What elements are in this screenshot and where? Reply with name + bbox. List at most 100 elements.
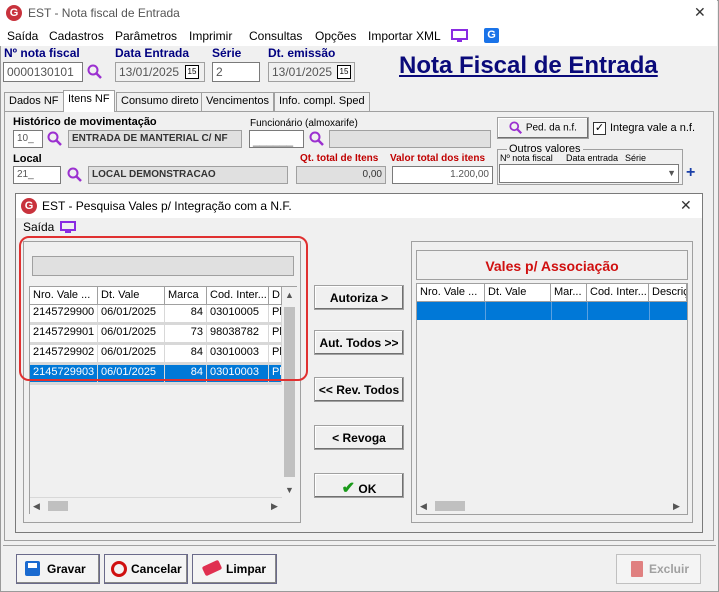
historico-label: Histórico de movimentação (13, 116, 157, 128)
qt-total-field: 0,00 (296, 166, 386, 184)
cancel-icon (111, 561, 127, 577)
cancelar-button[interactable]: Cancelar (104, 554, 188, 584)
window-title: EST - Nota fiscal de Entrada (28, 6, 180, 20)
vales-hscroll[interactable]: ◀ ▶ (30, 498, 297, 514)
menu-saida[interactable]: Saída (7, 29, 38, 43)
dialog-title: EST - Pesquisa Vales p/ Integração com a… (42, 199, 292, 213)
nota-input[interactable]: 0000130101 (3, 62, 83, 82)
tab-vencimentos[interactable]: Vencimentos (201, 92, 274, 111)
chevron-down-icon: ▼ (667, 168, 676, 178)
historico-desc-field: ENTRADA DE MANTERIAL C/ NF (68, 130, 242, 148)
dialog-close-icon[interactable]: ✕ (680, 197, 692, 214)
dt-emissao-value: 13/01/2025 (272, 65, 333, 79)
ped-nf-label: Ped. da n.f. (525, 122, 577, 134)
menu-imprimir[interactable]: Imprimir (189, 29, 232, 43)
excluir-button[interactable]: Excluir (616, 554, 701, 584)
assoc-hscroll[interactable]: ◀ ▶ (417, 498, 687, 514)
search-local-icon[interactable] (67, 167, 83, 183)
hscroll-thumb[interactable] (48, 501, 68, 511)
app-shortcut-icon[interactable]: G (484, 28, 499, 43)
serie-input[interactable]: 2 (212, 62, 260, 82)
assoc-scroll-left-icon[interactable]: ◀ (420, 501, 427, 512)
data-entrada-label: Data Entrada (115, 46, 190, 60)
dialog-title-bar: G EST - Pesquisa Vales p/ Integração com… (16, 194, 702, 218)
outros-col-data: Data entrada (566, 153, 619, 163)
aut-todos-button[interactable]: Aut. Todos >> (314, 330, 404, 355)
menu-consultas[interactable]: Consultas (249, 29, 302, 43)
footer-divider (3, 545, 716, 546)
menu-cadastros[interactable]: Cadastros (49, 29, 104, 43)
dialog-menu-saida[interactable]: Saída (23, 220, 54, 234)
local-desc-field: LOCAL DEMONSTRACAO (88, 166, 288, 184)
outros-valores-select[interactable]: ▼ (499, 164, 679, 183)
integra-checkbox[interactable]: ✓ (593, 122, 606, 135)
valor-total-label: Valor total dos itens (390, 153, 486, 164)
app-logo-icon: G (6, 5, 22, 21)
assoc-scroll-right-icon[interactable]: ▶ (673, 501, 680, 512)
vales-grid-empty (30, 385, 282, 497)
page-title: Nota Fiscal de Entrada (399, 52, 658, 79)
rev-todos-button[interactable]: << Rev. Todos (314, 377, 404, 402)
ped-nf-button[interactable]: Ped. da n.f. (497, 117, 589, 139)
limpar-button[interactable]: Limpar (192, 554, 277, 584)
monitor-icon[interactable] (451, 29, 468, 43)
add-icon[interactable]: + (686, 164, 695, 182)
tab-itens-nf[interactable]: Itens NF (63, 90, 115, 112)
tab-dados-nf[interactable]: Dados NF (4, 92, 64, 111)
local-code-input[interactable]: 21_ (13, 166, 61, 184)
menu-parametros[interactable]: Parâmetros (115, 29, 177, 43)
assoc-selected-row[interactable] (417, 302, 687, 320)
integra-label: Integra vale a n.f. (610, 122, 695, 134)
excluir-label: Excluir (649, 562, 690, 576)
trash-icon (631, 561, 643, 577)
calendar-icon[interactable]: 15 (185, 65, 199, 79)
scroll-right-icon[interactable]: ▶ (271, 501, 278, 512)
assoc-col-cod-inter[interactable]: Cod. Inter... (587, 284, 649, 302)
tab-info-compl-sped[interactable]: Info. compl. Sped (274, 92, 370, 111)
funcionario-code-input[interactable]: ______ (249, 130, 304, 148)
menu-opcoes[interactable]: Opções (315, 29, 356, 43)
gravar-button[interactable]: Gravar (16, 554, 100, 584)
menu-bar: Saída Cadastros Parâmetros Imprimir Cons… (0, 26, 717, 46)
local-label: Local (13, 153, 42, 165)
vales-associacao-title: Vales p/ Associação (416, 250, 688, 280)
close-window-icon[interactable]: ✕ (694, 4, 706, 21)
assoc-col-descricao[interactable]: Descriç (649, 284, 687, 302)
historico-code-input[interactable]: 10_ (13, 130, 43, 148)
calendar-emissao-icon[interactable]: 15 (337, 65, 351, 79)
dialog-monitor-icon[interactable] (60, 221, 76, 234)
eraser-icon (201, 559, 223, 577)
title-bar: G EST - Nota fiscal de Entrada ✕ (0, 0, 717, 26)
funcionario-desc-field (329, 130, 491, 148)
assoc-col-dt-vale[interactable]: Dt. Vale (485, 284, 551, 302)
tab-consumo-direto[interactable]: Consumo direto (116, 92, 204, 111)
search-historico-icon[interactable] (47, 131, 63, 147)
menu-importar-xml[interactable]: Importar XML (368, 29, 441, 43)
scroll-left-icon[interactable]: ◀ (33, 501, 40, 512)
assoc-hscroll-thumb[interactable] (435, 501, 465, 511)
serie-label: Série (212, 46, 242, 60)
search-ped-icon (509, 121, 523, 135)
assoc-col-nro-vale[interactable]: Nro. Vale ... (417, 284, 485, 302)
search-funcionario-icon[interactable] (309, 131, 325, 147)
assoc-col-marca[interactable]: Mar... (551, 284, 587, 302)
qt-total-label: Qt. total de Itens (300, 153, 379, 164)
dt-emissao-label: Dt. emissão (268, 46, 336, 60)
search-nota-icon[interactable] (87, 64, 103, 80)
ok-label: OK (358, 482, 377, 496)
save-icon (25, 561, 40, 576)
cancelar-label: Cancelar (131, 562, 182, 576)
limpar-label: Limpar (226, 562, 267, 576)
nota-label: Nº nota fiscal (4, 46, 80, 60)
scroll-down-icon[interactable]: ▼ (285, 485, 294, 495)
outros-col-serie: Série (625, 153, 647, 163)
associacao-grid: Nro. Vale ... Dt. Vale Mar... Cod. Inter… (416, 283, 688, 515)
data-entrada-value: 13/01/2025 (119, 65, 180, 79)
revoga-button[interactable]: < Revoga (314, 425, 404, 450)
autoriza-button[interactable]: Autoriza > (314, 285, 404, 310)
funcionario-label: Funcionário (almoxarife) (250, 118, 358, 129)
ok-button[interactable]: ✔ OK (314, 473, 404, 498)
check-icon: ✔ (341, 480, 356, 497)
highlight-annotation (19, 236, 308, 381)
dialog-logo-icon: G (21, 198, 37, 214)
